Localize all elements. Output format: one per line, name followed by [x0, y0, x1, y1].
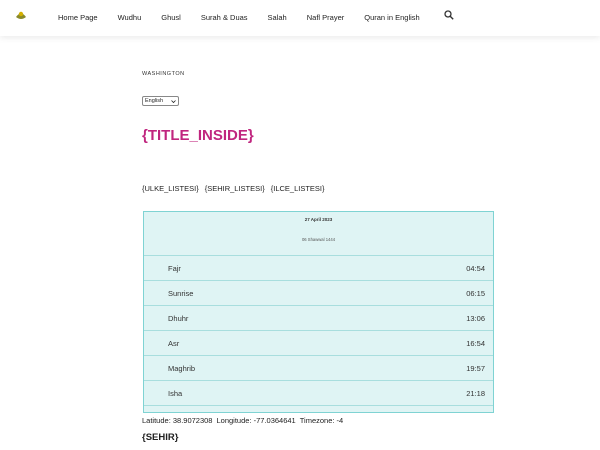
prayer-row-dhuhr: Dhuhr 13:06	[144, 306, 493, 331]
prayer-row-fajr: Fajr 04:54	[144, 256, 493, 281]
nav-home-page[interactable]: Home Page	[58, 13, 98, 22]
nav-nafl-prayer[interactable]: Nafl Prayer	[307, 13, 345, 22]
district-list[interactable]: {ILCE_LISTESI}	[271, 184, 325, 193]
prayer-name: Dhuhr	[168, 314, 189, 323]
country-list[interactable]: {ULKE_LISTESI}	[142, 184, 199, 193]
latitude-text: Latitude: 38.9072308	[142, 416, 213, 425]
prayer-time: 21:18	[466, 389, 485, 398]
prayer-time: 19:57	[466, 364, 485, 373]
prayer-row-asr: Asr 16:54	[144, 331, 493, 356]
prayer-time: 13:06	[466, 314, 485, 323]
prayer-name: Isha	[168, 389, 183, 398]
chevron-down-icon	[171, 100, 176, 104]
nav-menu: Home Page Wudhu Ghusl Surah & Duas Salah…	[58, 13, 440, 22]
prayer-row-maghrib: Maghrib 19:57	[144, 356, 493, 381]
location-label: WASHINGTON	[142, 71, 185, 77]
language-select[interactable]: English	[142, 96, 179, 106]
location-lists: {ULKE_LISTESI} {SEHIR_LISTESI} {ILCE_LIS…	[142, 184, 325, 193]
top-navigation-bar: Home Page Wudhu Ghusl Surah & Duas Salah…	[0, 0, 600, 36]
gregorian-date: 27 April 2023	[304, 217, 333, 222]
longitude-text: Longitude: -77.0364641	[216, 416, 296, 425]
hijri-date: 06 Shawwal 1444	[301, 237, 336, 242]
nav-salah[interactable]: Salah	[268, 13, 287, 22]
coordinates-info: Latitude: 38.9072308 Longitude: -77.0364…	[142, 416, 343, 425]
prayer-time: 16:54	[466, 339, 485, 348]
site-logo-icon[interactable]	[14, 9, 28, 21]
prayer-name: Sunrise	[168, 289, 194, 298]
prayer-row-isha: Isha 21:18	[144, 381, 493, 406]
prayer-row-sunrise: Sunrise 06:15	[144, 281, 493, 306]
page-title: {TITLE_INSIDE}	[142, 127, 254, 144]
city-heading: {SEHIR}	[142, 432, 179, 443]
nav-ghusl[interactable]: Ghusl	[161, 13, 181, 22]
language-selected-value: English	[145, 98, 164, 104]
prayer-name: Asr	[168, 339, 180, 348]
prayer-name: Maghrib	[168, 364, 196, 373]
nav-surah-duas[interactable]: Surah & Duas	[201, 13, 248, 22]
timezone-text: Timezone: -4	[299, 416, 344, 425]
prayer-time: 06:15	[466, 289, 485, 298]
city-list[interactable]: {SEHIR_LISTESI}	[205, 184, 265, 193]
search-icon[interactable]	[444, 10, 454, 20]
prayer-time: 04:54	[466, 264, 485, 273]
nav-quran-in-english[interactable]: Quran in English	[364, 13, 419, 22]
prayer-name: Fajr	[168, 264, 181, 273]
nav-wudhu[interactable]: Wudhu	[118, 13, 142, 22]
card-header: 27 April 2023 06 Shawwal 1444	[144, 212, 493, 256]
prayer-times-card: 27 April 2023 06 Shawwal 1444 Fajr 04:54…	[143, 211, 494, 413]
